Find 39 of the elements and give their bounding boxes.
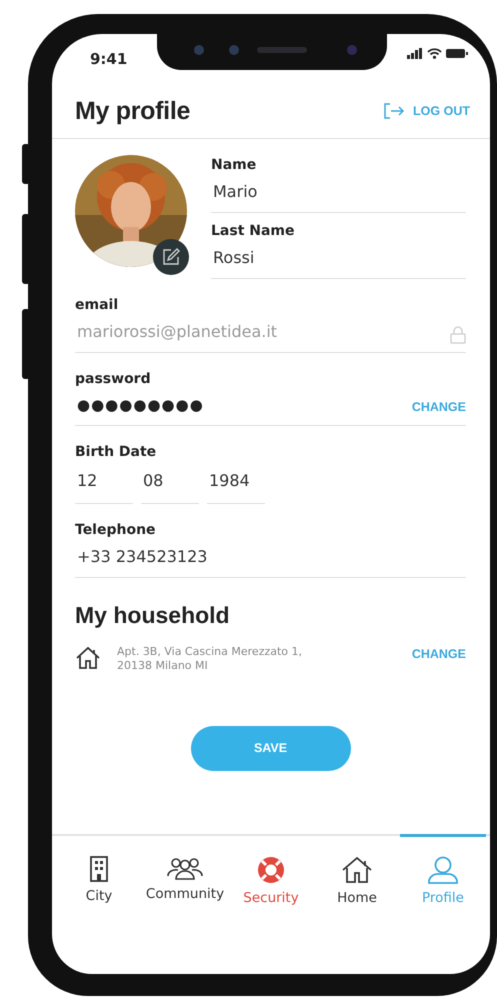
field-label: password	[75, 370, 152, 389]
phone-field[interactable]: +33 234523123	[75, 540, 466, 578]
person-icon	[427, 856, 459, 884]
field-label: email	[75, 296, 120, 315]
lifebuoy-icon	[257, 856, 285, 884]
date-field[interactable]: 1984	[207, 462, 265, 504]
field-label: Telephone	[75, 520, 157, 540]
building-icon	[90, 856, 108, 882]
tab-label: Profile	[422, 889, 464, 908]
date-field[interactable]: 08	[141, 462, 199, 504]
section-title: My household	[75, 602, 231, 630]
logout-icon	[383, 103, 406, 119]
tab-item[interactable]: Home	[314, 836, 400, 974]
text-field[interactable]: Mario	[211, 176, 466, 213]
tab-item[interactable]: City	[56, 836, 142, 974]
date-field[interactable]: 12	[75, 462, 133, 504]
tab-label: Community	[146, 885, 224, 904]
text-field[interactable]: Rossi	[211, 242, 466, 279]
tab-label: Home	[337, 889, 377, 908]
page-title: My profile	[75, 96, 190, 126]
signal-icon	[407, 48, 423, 59]
address-text: Apt. 3B, Via Cascina Merezzato 1, 20138 Milano MI	[117, 645, 304, 674]
house-icon	[341, 856, 373, 884]
edit-icon	[162, 248, 180, 266]
wifi-icon	[427, 48, 442, 59]
field-label: Name	[211, 156, 258, 175]
field-label: Birth Date	[75, 442, 158, 462]
battery-icon	[446, 48, 468, 59]
group-icon	[166, 856, 204, 880]
field-label: Last Name	[211, 222, 296, 241]
tab-item[interactable]: Community	[142, 836, 228, 974]
house-icon	[75, 646, 101, 670]
tab-label: Security	[243, 889, 299, 908]
password-field[interactable]: ●●●●●●●●●	[75, 390, 204, 424]
tab-item[interactable]: Security	[228, 836, 314, 974]
status-time: 9:41	[90, 49, 128, 70]
tab-label: City	[86, 887, 112, 906]
lock-icon	[450, 326, 466, 344]
edit-photo-button[interactable]	[153, 239, 189, 275]
